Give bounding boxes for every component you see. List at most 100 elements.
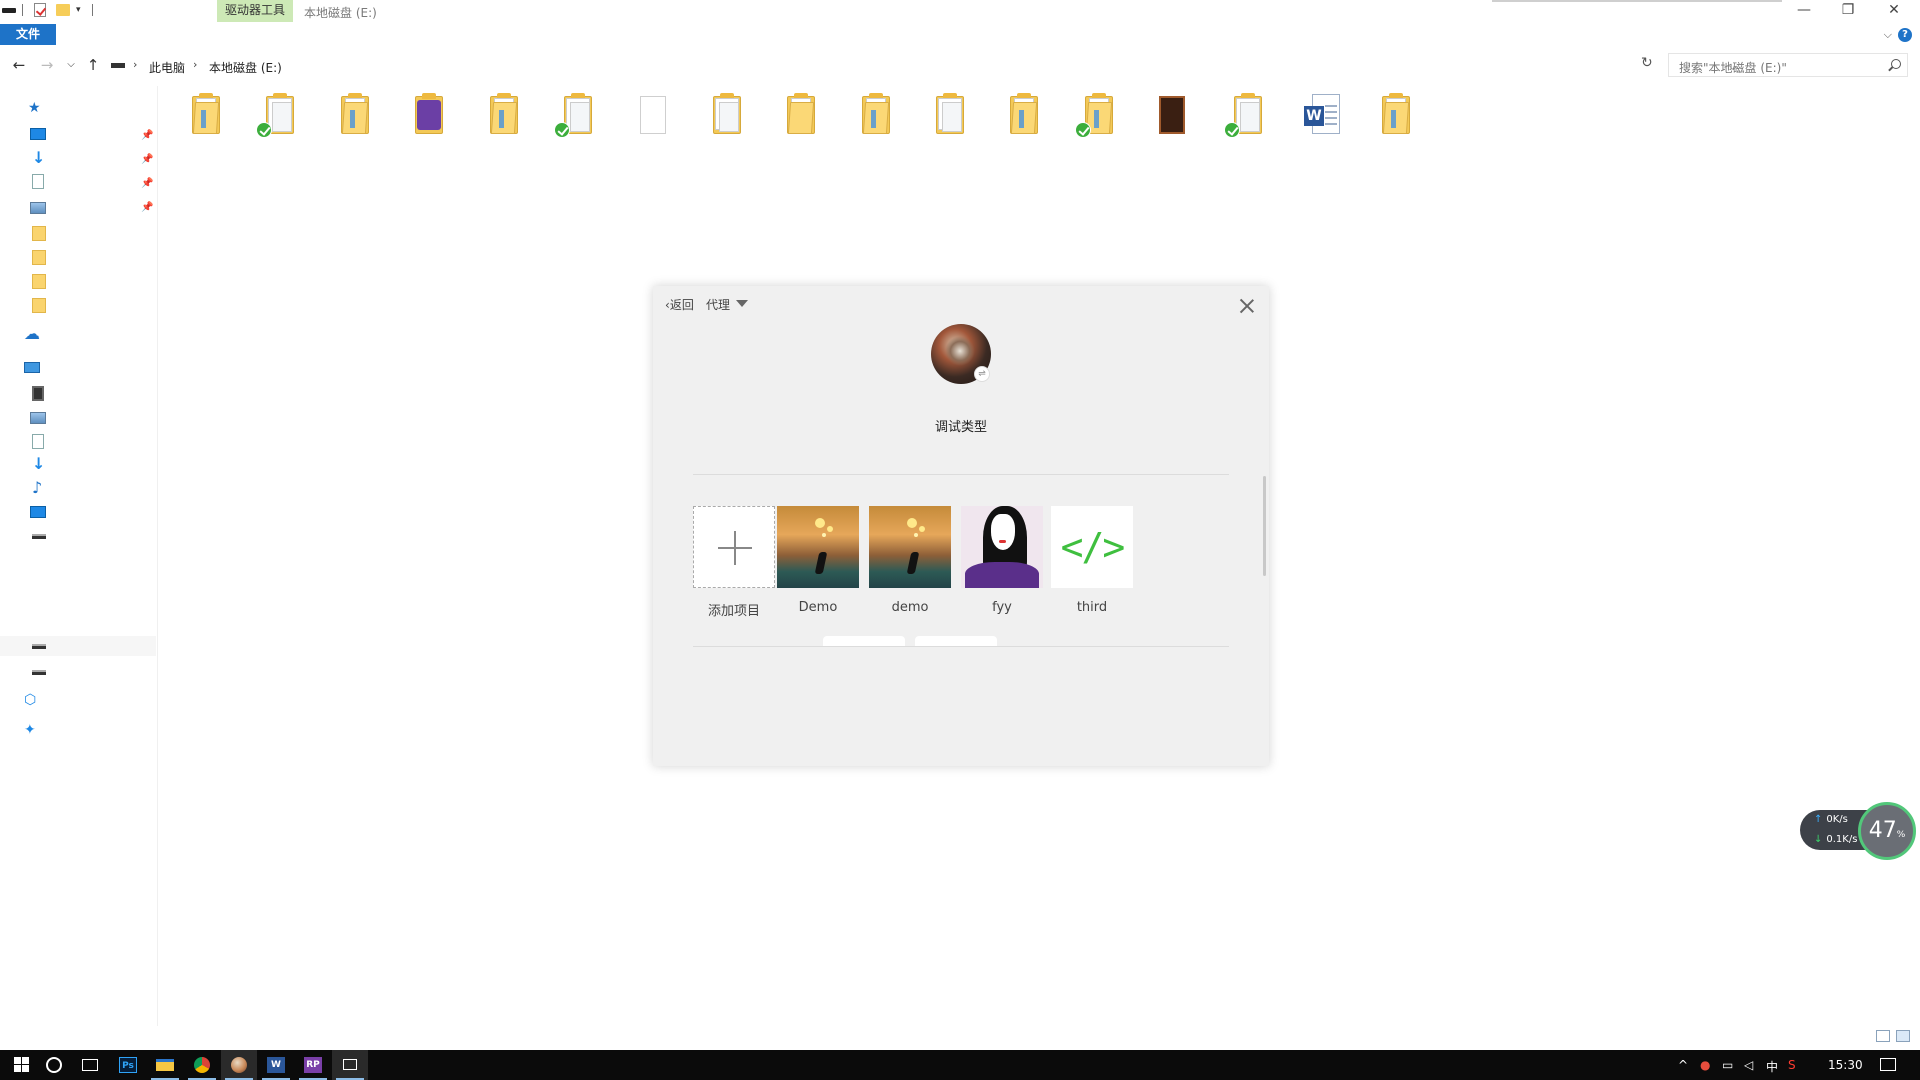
quick-access-icon[interactable]: ★ <box>28 100 44 116</box>
switch-account-icon[interactable]: ⇌ <box>974 366 990 382</box>
volume-icon[interactable]: ◁ <box>1744 1058 1753 1072</box>
file-item[interactable] <box>850 92 894 142</box>
file-item[interactable] <box>775 92 819 142</box>
up-arrow-icon[interactable]: ↑ <box>84 56 102 74</box>
file-item[interactable] <box>403 92 447 142</box>
pager-tab[interactable] <box>915 636 997 646</box>
file-item[interactable] <box>626 92 670 142</box>
drive-icon[interactable] <box>32 534 46 539</box>
downloads-icon[interactable]: ↓ <box>32 456 48 472</box>
refresh-icon[interactable]: ↻ <box>1641 55 1653 71</box>
ime-indicator[interactable]: 中 <box>1766 1058 1778 1075</box>
window-icon[interactable] <box>332 1050 368 1080</box>
close-icon[interactable] <box>1239 298 1255 314</box>
file-item[interactable] <box>924 92 968 142</box>
plus-icon[interactable] <box>693 506 775 588</box>
axure-icon[interactable]: RP <box>295 1050 331 1080</box>
breadcrumb-drive-e[interactable]: 本地磁盘 (E:) <box>209 59 282 76</box>
folder-icon[interactable] <box>32 250 46 265</box>
photoshop-icon[interactable]: Ps <box>110 1050 146 1080</box>
desktop-icon[interactable] <box>30 128 46 140</box>
file-item[interactable] <box>1073 92 1117 142</box>
network-icon[interactable]: ⬡ <box>24 692 40 708</box>
drive-tools-tab[interactable]: 驱动器工具 <box>217 0 294 22</box>
proxy-dropdown[interactable]: 代理 <box>706 296 730 313</box>
music-icon[interactable]: ♪ <box>32 480 48 496</box>
folder-icon[interactable] <box>32 226 46 241</box>
folder-icon[interactable] <box>32 298 46 313</box>
sogou-ime-icon[interactable]: S <box>1788 1058 1796 1072</box>
project-thumbnail[interactable] <box>777 506 859 588</box>
file-item[interactable] <box>254 92 298 142</box>
cortana-search-icon[interactable] <box>46 1057 62 1073</box>
nav-item-selected-drive[interactable]: 本地磁盘 (E:) <box>0 636 156 656</box>
chrome-icon[interactable] <box>184 1050 220 1080</box>
word-icon[interactable]: W <box>258 1050 294 1080</box>
this-pc-icon[interactable] <box>24 362 40 373</box>
details-view-icon[interactable] <box>1876 1030 1890 1042</box>
onedrive-icon[interactable]: ☁ <box>24 326 40 342</box>
expand-ribbon-icon[interactable]: ⌵ <box>1884 28 1892 42</box>
properties-icon[interactable] <box>34 3 46 17</box>
documents-icon[interactable] <box>32 434 44 449</box>
address-bar[interactable]: › 此电脑 › 本地磁盘 (E:) ⌵ <box>108 53 1737 77</box>
show-hidden-icons-icon[interactable]: ^ <box>1678 1058 1688 1072</box>
desktop-icon[interactable] <box>30 506 46 518</box>
project-thumbnail[interactable] <box>961 506 1043 588</box>
project-item-fyy[interactable]: fyy <box>961 506 1043 616</box>
help-icon[interactable]: ? <box>1898 28 1912 42</box>
file-tab[interactable]: 文件 <box>0 24 56 45</box>
breadcrumb-separator[interactable]: › <box>133 58 137 71</box>
project-item-demo-lower[interactable]: demo <box>869 506 951 616</box>
drive-icon[interactable] <box>32 644 46 649</box>
breadcrumb-separator[interactable]: › <box>193 58 197 71</box>
pager-tab[interactable] <box>823 636 905 646</box>
file-item[interactable] <box>998 92 1042 142</box>
file-explorer-icon[interactable] <box>147 1050 183 1080</box>
breadcrumb-this-pc[interactable]: 此电脑 <box>149 59 185 76</box>
search-input[interactable]: 搜索"本地磁盘 (E:)" <box>1668 53 1908 77</box>
pictures-icon[interactable] <box>30 412 46 424</box>
file-item[interactable] <box>1370 92 1414 142</box>
forward-arrow-icon[interactable]: → <box>38 56 56 74</box>
drive-icon[interactable] <box>2 8 16 13</box>
close-button[interactable]: ✕ <box>1872 0 1916 22</box>
project-thumbnail[interactable] <box>869 506 951 588</box>
file-item[interactable] <box>552 92 596 142</box>
minimize-button[interactable]: — <box>1782 0 1826 22</box>
file-item[interactable] <box>1147 92 1191 142</box>
downloads-icon[interactable]: ↓ <box>32 150 48 166</box>
project-item-demo[interactable]: Demo <box>777 506 859 616</box>
documents-icon[interactable] <box>32 174 44 189</box>
project-item-third[interactable]: </> third <box>1051 506 1133 616</box>
pictures-icon[interactable] <box>30 202 46 214</box>
caret-down-icon[interactable] <box>736 300 748 307</box>
usage-ring[interactable]: 47% <box>1858 802 1916 860</box>
app-icon[interactable] <box>221 1050 257 1080</box>
back-arrow-icon[interactable]: ← <box>10 56 28 74</box>
scrollbar[interactable] <box>1263 476 1266 576</box>
task-view-icon[interactable] <box>82 1059 98 1071</box>
clock[interactable]: 15:30 <box>1828 1058 1863 1072</box>
drive-icon[interactable] <box>32 670 46 675</box>
back-button[interactable]: ‹返回 <box>665 296 694 313</box>
file-item[interactable] <box>1222 92 1266 142</box>
folder-icon[interactable] <box>32 274 46 289</box>
file-item[interactable]: W <box>1296 92 1340 142</box>
add-project-item[interactable]: 添加项目 <box>693 506 775 619</box>
network-speed-widget[interactable]: ↑ 0K/s ↓ 0.1K/s 47% <box>1800 802 1918 860</box>
videos-icon[interactable] <box>32 386 44 401</box>
action-center-icon[interactable] <box>1880 1058 1896 1071</box>
start-icon[interactable] <box>2 1050 38 1080</box>
network-tray-icon[interactable]: ▭ <box>1722 1058 1733 1072</box>
code-icon[interactable]: </> <box>1051 506 1133 588</box>
file-item[interactable] <box>180 92 224 142</box>
file-item[interactable] <box>329 92 373 142</box>
recent-locations-icon[interactable]: ⌵ <box>62 59 80 70</box>
tray-app-icon[interactable]: ● <box>1700 1058 1710 1072</box>
large-icons-view-icon[interactable] <box>1896 1030 1910 1042</box>
file-item[interactable] <box>701 92 745 142</box>
customize-quick-access-icon[interactable]: ▾ <box>76 6 84 15</box>
file-item[interactable] <box>478 92 522 142</box>
homegroup-icon[interactable]: ✦ <box>24 722 40 738</box>
